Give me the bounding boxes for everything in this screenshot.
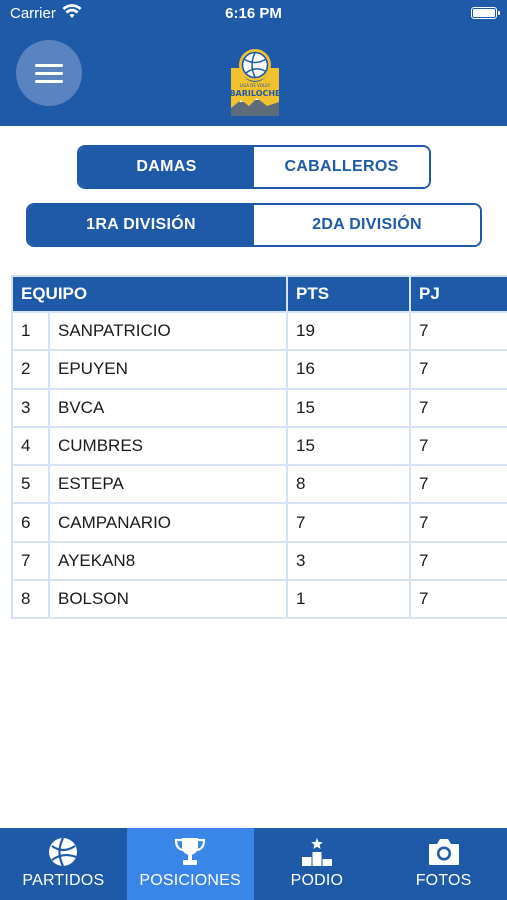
table-row: 5 ESTEPA 8 7: [11, 464, 507, 505]
division-toggle: 1RA DIVISIÓN 2DA DIVISIÓN: [26, 203, 482, 247]
cell-pj: 7: [409, 425, 507, 467]
tab-partidos[interactable]: PARTIDOS: [0, 828, 127, 900]
liga-logo: LIGA DE VOLEY BARILOCHE: [229, 49, 281, 116]
hamburger-menu-icon-bar: [35, 80, 63, 83]
tab-fotos[interactable]: FOTOS: [380, 828, 507, 900]
tab-label: FOTOS: [415, 872, 472, 889]
cell-pts: 16: [286, 349, 411, 390]
cell-position: 7: [11, 540, 50, 582]
cell-position: 2: [11, 349, 50, 390]
camera-icon: [428, 839, 459, 865]
cell-position: 1: [11, 310, 50, 352]
tab-label: POSICIONES: [139, 872, 241, 889]
cell-pj: 7: [409, 540, 507, 582]
cell-team: CAMPANARIO: [48, 502, 288, 543]
cell-team: ESTEPA: [48, 464, 288, 505]
table-row: 3 BVCA 15 7: [11, 387, 507, 428]
cell-position: 3: [11, 387, 50, 428]
app-header: Carrier 6:16 PM LIGA DE VOLEY BARILOCHE: [0, 0, 507, 126]
cell-pj: 7: [409, 387, 507, 428]
table-row: 4 CUMBRES 15 7: [11, 425, 507, 467]
cell-pj: 7: [409, 502, 507, 543]
menu-button[interactable]: [16, 40, 82, 106]
cell-pj: 7: [409, 464, 507, 505]
tab-label: PODIO: [290, 872, 344, 889]
cell-pts: 7: [286, 502, 411, 543]
bottom-tab-bar: PARTIDOS POSICIONES PODIO FOTOS: [0, 828, 507, 900]
cell-pts: 8: [286, 464, 411, 505]
cell-pts: 3: [286, 540, 411, 582]
svg-text:BARILOCHE: BARILOCHE: [229, 89, 280, 98]
column-header-pj: PJ: [409, 275, 507, 313]
tab-damas[interactable]: DAMAS: [79, 147, 254, 187]
svg-text:LIGA DE VOLEY: LIGA DE VOLEY: [240, 83, 271, 88]
cell-pj: 7: [409, 349, 507, 390]
table-row: 1 SANPATRICIO 19 7: [11, 310, 507, 352]
cell-team: BVCA: [48, 387, 288, 428]
cell-position: 4: [11, 425, 50, 467]
tab-posiciones[interactable]: POSICIONES: [126, 828, 254, 900]
cell-position: 8: [11, 579, 50, 620]
table-row: 7 AYEKAN8 3 7: [11, 540, 507, 582]
cell-team: AYEKAN8: [48, 540, 288, 582]
podium-icon: [301, 838, 332, 866]
column-header-team: EQUIPO: [11, 275, 288, 313]
tab-2da-division[interactable]: 2DA DIVISIÓN: [254, 205, 480, 245]
tab-1ra-division[interactable]: 1RA DIVISIÓN: [28, 205, 254, 245]
cell-pj: 7: [409, 579, 507, 620]
cell-team: SANPATRICIO: [48, 310, 288, 352]
standings-table: EQUIPO PTS PJ 1 SANPATRICIO 19 7 2 EPUYE…: [11, 275, 507, 620]
table-header-row: EQUIPO PTS PJ: [11, 275, 507, 313]
cell-team: CUMBRES: [48, 425, 288, 467]
status-time: 6:16 PM: [225, 5, 282, 22]
volleyball-icon: [49, 837, 78, 867]
tab-podio[interactable]: PODIO: [254, 828, 381, 900]
column-header-pts: PTS: [286, 275, 411, 313]
cell-pts: 1: [286, 579, 411, 620]
status-bar: Carrier 6:16 PM: [0, 0, 507, 28]
tab-label: PARTIDOS: [22, 872, 105, 889]
cell-pts: 15: [286, 425, 411, 467]
cell-pts: 19: [286, 310, 411, 352]
trophy-icon: [175, 838, 206, 865]
hamburger-menu-icon: [35, 64, 63, 67]
cell-position: 6: [11, 502, 50, 543]
cell-pj: 7: [409, 310, 507, 352]
cell-position: 5: [11, 464, 50, 505]
cell-pts: 15: [286, 387, 411, 428]
tab-caballeros[interactable]: CABALLEROS: [254, 147, 429, 187]
gender-toggle: DAMAS CABALLEROS: [77, 145, 431, 189]
cell-team: BOLSON: [48, 579, 288, 620]
table-row: 6 CAMPANARIO 7 7: [11, 502, 507, 543]
hamburger-menu-icon-bar: [35, 72, 63, 75]
table-row: 8 BOLSON 1 7: [11, 579, 507, 620]
cell-team: EPUYEN: [48, 349, 288, 390]
table-row: 2 EPUYEN 16 7: [11, 349, 507, 390]
battery-icon: [471, 7, 500, 19]
